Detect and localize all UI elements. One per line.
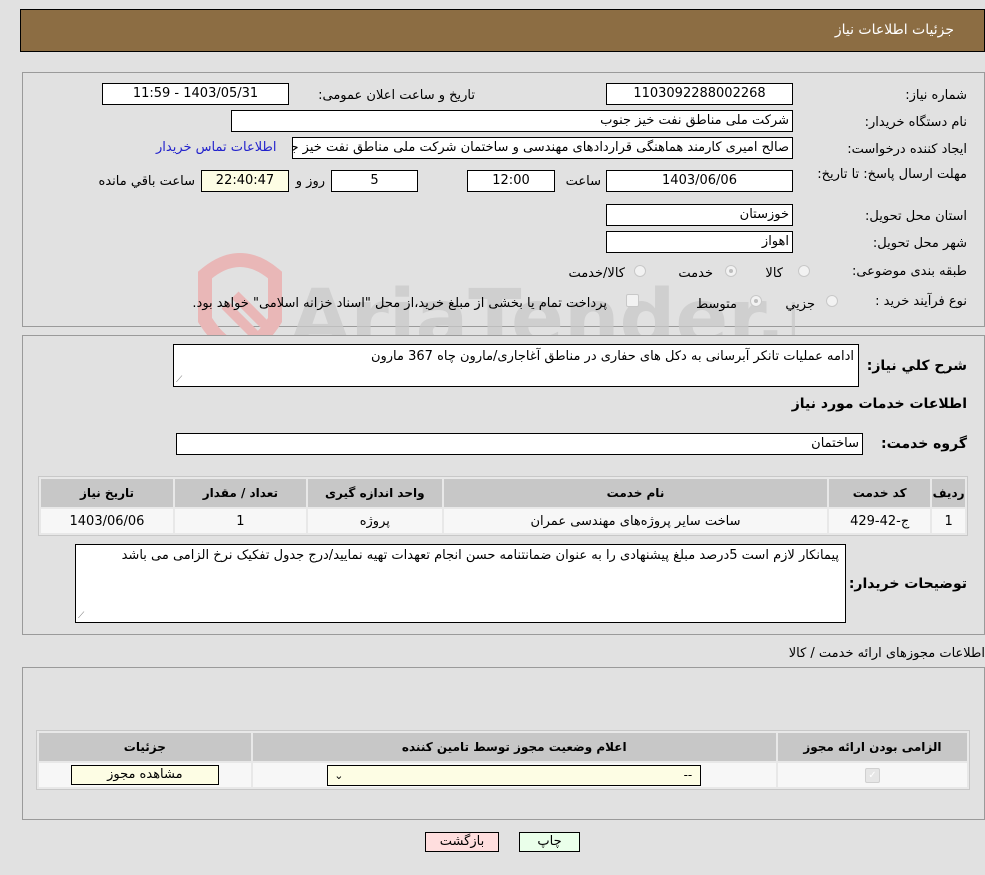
page-header: جزئیات اطلاعات نیاز — [20, 9, 985, 52]
col-quantity: تعداد / مقدار — [174, 479, 306, 507]
process-type-label: نوع فرآیند خرید : — [875, 294, 967, 309]
general-desc-textarea[interactable]: ادامه عملیات تانکر آبرسانی به دکل های حف… — [173, 344, 859, 387]
buyer-org-label: نام دستگاه خریدار: — [864, 115, 967, 130]
services-heading: اطلاعات خدمات مورد نیاز — [791, 396, 967, 412]
print-button[interactable]: چاپ — [519, 832, 580, 852]
cell-unit: پروژه — [307, 509, 442, 533]
license-row: ✓ -- ⌄ مشاهده مجوز — [39, 763, 967, 787]
col-service-name: نام خدمت — [443, 479, 828, 507]
required-checkbox[interactable]: ✓ — [864, 767, 880, 783]
process-option-medium: متوسط — [696, 297, 737, 312]
category-radio-goods-service[interactable] — [634, 265, 646, 277]
process-radio-medium[interactable] — [750, 295, 762, 307]
need-number-label: شماره نیاز: — [905, 88, 967, 103]
buyer-contact-link[interactable]: اطلاعات تماس خریدار — [156, 140, 276, 155]
cell-service-name: ساخت سایر پروژه‌های مهندسی عمران — [443, 509, 828, 533]
licenses-table-header: الزامی بودن ارائه مجوز اعلام وضعیت مجوز … — [39, 733, 967, 761]
cell-quantity: 1 — [174, 509, 306, 533]
cell-need-date: 1403/06/06 — [41, 509, 173, 533]
col-service-code: کد خدمت — [829, 479, 931, 507]
service-group-field: ساختمان — [176, 433, 863, 455]
deadline-label: مهلت ارسال پاسخ: تا تاریخ: — [817, 167, 967, 182]
buyer-notes-text: پیمانکار لازم است 5درصد مبلغ پیشنهادی را… — [121, 548, 839, 563]
services-table-header: ردیف کد خدمت نام خدمت واحد اندازه گیری ت… — [41, 479, 965, 507]
city-field: اهواز — [606, 231, 793, 253]
province-label: استان محل تحویل: — [865, 209, 967, 224]
category-option-goods-service: کالا/خدمت — [568, 266, 625, 281]
col-license-details: جزئیات — [39, 733, 251, 761]
treasury-checkbox[interactable] — [626, 294, 639, 307]
general-desc-text: ادامه عملیات تانکر آبرسانی به دکل های حف… — [370, 349, 854, 364]
remaining-time-label: ساعت باقي مانده — [98, 174, 195, 189]
remaining-time-field: 22:40:47 — [201, 170, 289, 192]
city-label: شهر محل تحویل: — [872, 236, 967, 251]
buyer-org-field: شرکت ملی مناطق نفت خیز جنوب — [231, 110, 793, 132]
col-license-required: الزامی بودن ارائه مجوز — [777, 733, 967, 761]
announce-label: تاریخ و ساعت اعلان عمومی: — [318, 88, 475, 103]
days-remaining-field: 5 — [331, 170, 418, 192]
col-row: ردیف — [932, 479, 965, 507]
license-status-select[interactable]: -- ⌄ — [327, 764, 702, 786]
services-table: ردیف کد خدمت نام خدمت واحد اندازه گیری ت… — [38, 476, 968, 536]
deadline-time-label: ساعت — [565, 174, 601, 189]
creator-label: ایجاد کننده درخواست: — [847, 142, 967, 157]
page-title: جزئیات اطلاعات نیاز — [834, 22, 954, 38]
category-option-service: خدمت — [678, 266, 713, 281]
category-option-goods: کالا — [765, 266, 783, 281]
cell-license-details: مشاهده مجوز — [39, 763, 251, 787]
announce-datetime-field: 1403/05/31 - 11:59 — [102, 83, 289, 105]
table-row: 1 ج-42-429 ساخت سایر پروژه‌های مهندسی عم… — [41, 509, 965, 533]
general-desc-label: شرح كلي نياز: — [866, 358, 967, 374]
col-unit: واحد اندازه گیری — [307, 479, 442, 507]
licenses-heading: اطلاعات مجوزهای ارائه خدمت / کالا — [788, 646, 985, 661]
license-status-selected: -- — [683, 767, 693, 782]
cell-row: 1 — [932, 509, 965, 533]
licenses-table: الزامی بودن ارائه مجوز اعلام وضعیت مجوز … — [36, 730, 970, 790]
category-radio-service[interactable] — [725, 265, 737, 277]
buyer-notes-textarea[interactable]: پیمانکار لازم است 5درصد مبلغ پیشنهادی را… — [75, 544, 846, 623]
deadline-time-field: 12:00 — [467, 170, 555, 192]
service-group-label: گروه خدمت: — [881, 436, 967, 452]
process-radio-minor[interactable] — [826, 295, 838, 307]
buyer-notes-label: توضیحات خریدار: — [848, 576, 967, 592]
creator-field: صالح امیری کارمند هماهنگی قراردادهای مهن… — [292, 137, 793, 159]
chevron-down-icon: ⌄ — [334, 768, 344, 782]
col-license-status: اعلام وضعیت مجوز توسط تامین کننده — [252, 733, 776, 761]
category-label: طبقه بندی موضوعی: — [851, 264, 967, 279]
col-need-date: تاریخ نیاز — [41, 479, 173, 507]
resize-grip-icon[interactable]: ⟋ — [176, 375, 186, 385]
cell-license-status: -- ⌄ — [252, 763, 776, 787]
cell-license-required: ✓ — [777, 763, 967, 787]
deadline-date-field: 1403/06/06 — [606, 170, 793, 192]
resize-grip-icon[interactable]: ⟋ — [78, 611, 88, 621]
view-license-button[interactable]: مشاهده مجوز — [70, 765, 219, 785]
category-radio-goods[interactable] — [798, 265, 810, 277]
days-label: روز و — [295, 174, 325, 189]
treasury-note: پرداخت تمام یا بخشی از مبلغ خرید،از محل … — [192, 296, 607, 311]
back-button[interactable]: بازگشت — [425, 832, 499, 852]
cell-service-code: ج-42-429 — [829, 509, 931, 533]
province-field: خوزستان — [606, 204, 793, 226]
need-number-field: 1103092288002268 — [606, 83, 793, 105]
process-option-minor: جزيي — [785, 297, 815, 312]
